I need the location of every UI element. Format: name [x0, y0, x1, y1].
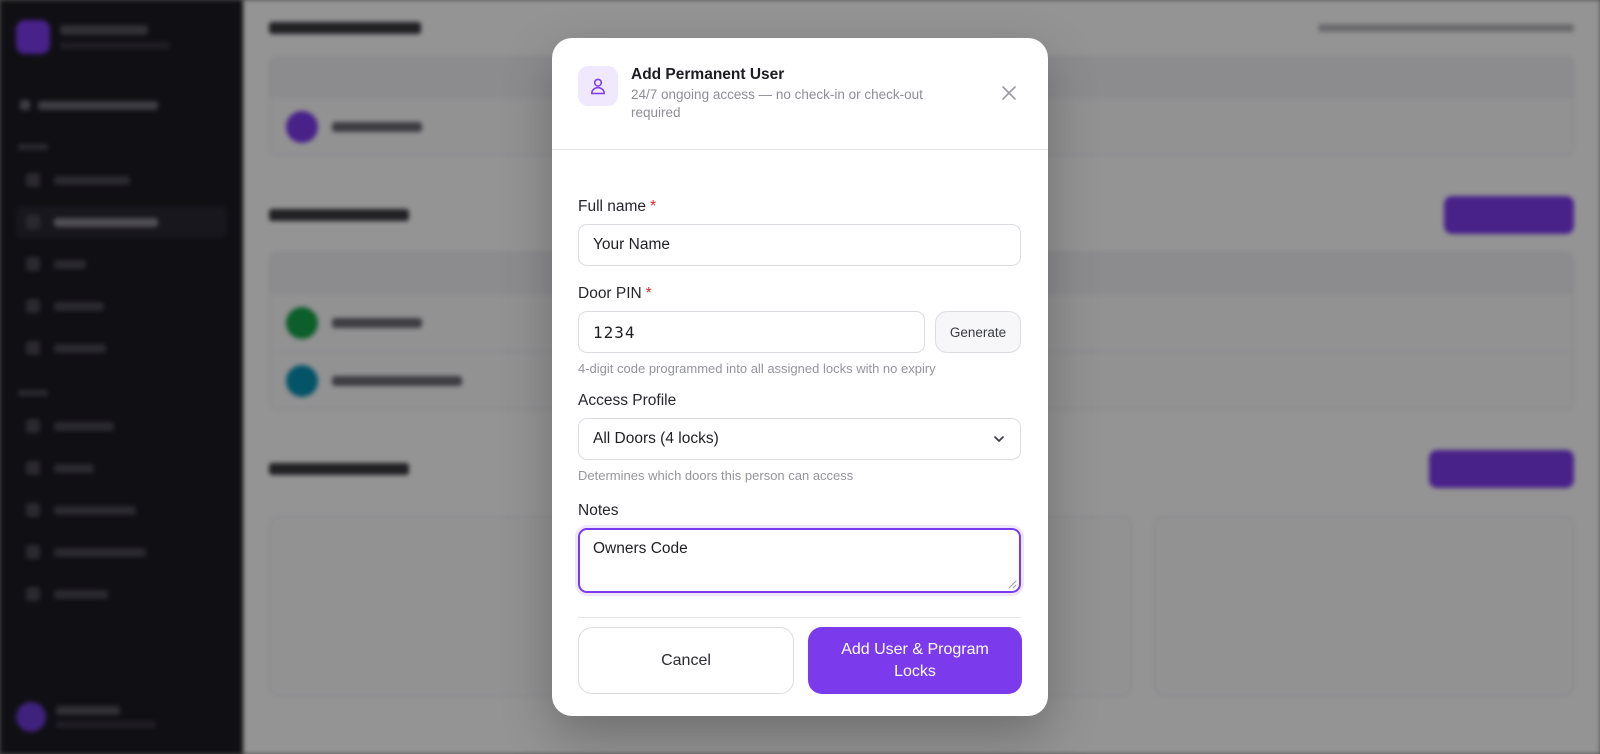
chevron-down-icon — [994, 436, 1004, 442]
modal-body: Full name * Your Name Door PIN * 1234 Gene… — [552, 197, 1048, 694]
access-profile-value: All Doors (4 locks) — [593, 430, 719, 447]
footer-divider — [578, 617, 1021, 618]
access-profile-hint: Determines which doors this person can a… — [578, 468, 854, 483]
door-pin-label: Door PIN * — [578, 285, 652, 302]
user-icon — [578, 66, 618, 106]
full-name-input[interactable]: Your Name — [578, 224, 1021, 266]
required-mark: * — [645, 285, 652, 302]
modal-subtitle: 24/7 ongoing access — no check-in or che… — [631, 87, 923, 120]
door-pin-input[interactable]: 1234 — [578, 311, 925, 353]
door-pin-hint: 4-digit code programmed into all assigne… — [578, 361, 936, 376]
close-icon[interactable] — [998, 82, 1020, 104]
notes-label: Notes — [578, 502, 619, 519]
access-profile-select[interactable]: All Doors (4 locks) — [578, 418, 1021, 460]
modal-header: Add Permanent User 24/7 ongoing access —… — [552, 38, 1048, 150]
add-user-program-locks-button[interactable]: Add User & Program Locks — [808, 627, 1022, 694]
resize-handle-icon[interactable] — [1007, 579, 1017, 589]
modal-actions: Cancel Add User & Program Locks — [578, 627, 1022, 694]
required-mark: * — [650, 198, 657, 215]
cancel-button[interactable]: Cancel — [578, 627, 794, 694]
access-profile-label: Access Profile — [578, 392, 677, 409]
add-permanent-user-modal: Add Permanent User 24/7 ongoing access —… — [552, 38, 1048, 716]
generate-pin-button[interactable]: Generate — [935, 311, 1021, 353]
notes-textarea[interactable]: Owners Code — [578, 528, 1021, 593]
modal-title: Add Permanent User — [631, 66, 785, 83]
full-name-label: Full name * — [578, 198, 657, 215]
